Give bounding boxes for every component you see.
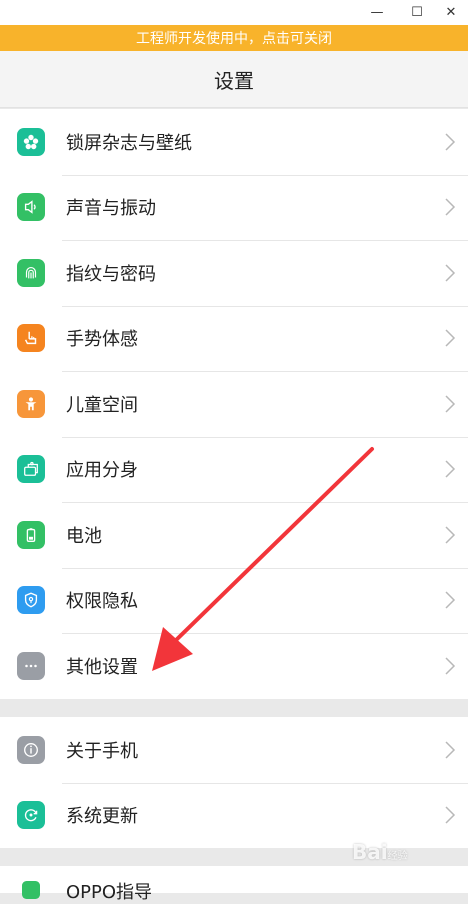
child-icon (17, 389, 45, 418)
developer-mode-banner[interactable]: 工程师开发使用中，点击可关闭 (0, 25, 468, 51)
settings-item-app-clone[interactable]: 应用分身 (0, 436, 468, 503)
settings-item-label: 关于手机 (66, 740, 138, 762)
more-dots-icon (17, 651, 45, 680)
settings-item-privacy[interactable]: 权限隐私 (0, 567, 468, 634)
settings-item-label: 应用分身 (66, 460, 138, 482)
maximize-button[interactable]: ☐ (402, 0, 432, 25)
settings-item-system-update[interactable]: 系统更新 (0, 782, 468, 849)
settings-item-label: 其他设置 (66, 656, 138, 678)
app-clone-icon (17, 455, 45, 484)
guide-icon (17, 876, 45, 904)
info-icon (17, 735, 45, 764)
chevron-right-icon (444, 263, 456, 283)
settings-item-sound[interactable]: 声音与振动 (0, 174, 468, 241)
settings-item-label: 系统更新 (66, 806, 138, 828)
window-title-bar: — ☐ ✕ (0, 0, 468, 25)
speaker-icon (17, 193, 45, 222)
settings-item-other-settings[interactable]: 其他设置 (0, 633, 468, 699)
shield-icon (17, 586, 45, 615)
minimize-button[interactable]: — (362, 0, 392, 25)
settings-item-label: 指纹与密码 (66, 263, 156, 285)
chevron-right-icon (444, 328, 456, 348)
settings-item-label: 电池 (66, 525, 102, 547)
settings-item-fingerprint[interactable]: 指纹与密码 (0, 240, 468, 306)
fingerprint-icon (17, 258, 45, 287)
chevron-right-icon (444, 805, 456, 825)
settings-item-battery[interactable]: 电池 (0, 502, 468, 568)
settings-group-main: 锁屏杂志与壁纸 声音与振动 指纹与密码 手势体感 儿童空间 应用分身 电池 权限… (0, 109, 468, 699)
close-window-button[interactable]: ✕ (436, 0, 466, 25)
chevron-right-icon (444, 590, 456, 610)
battery-icon (17, 520, 45, 549)
settings-item-about-phone[interactable]: 关于手机 (0, 717, 468, 783)
settings-item-label: 手势体感 (66, 329, 138, 351)
chevron-right-icon (444, 132, 456, 152)
settings-item-label: 儿童空间 (66, 394, 138, 416)
chevron-right-icon (444, 740, 456, 760)
baidu-watermark: Bai经验 (352, 840, 408, 864)
chevron-right-icon (444, 197, 456, 217)
settings-item-label: 锁屏杂志与壁纸 (66, 132, 192, 154)
chevron-right-icon (444, 656, 456, 676)
settings-item-label: 权限隐私 (66, 591, 138, 613)
chevron-right-icon (444, 525, 456, 545)
update-icon (17, 801, 45, 830)
chevron-right-icon (444, 459, 456, 479)
settings-item-kids-space[interactable]: 儿童空间 (0, 371, 468, 437)
settings-item-gestures[interactable]: 手势体感 (0, 305, 468, 372)
chevron-right-icon (444, 394, 456, 414)
settings-header: 设置 (0, 51, 468, 108)
settings-item-lockscreen[interactable]: 锁屏杂志与壁纸 (0, 109, 468, 175)
page-title: 设置 (214, 68, 254, 93)
flower-icon (17, 127, 45, 156)
settings-item-label: OPPO指导 (66, 882, 153, 903)
settings-group-system: 关于手机 系统更新 (0, 717, 468, 848)
hand-gesture-icon (17, 324, 45, 353)
settings-item-label: 声音与振动 (66, 198, 156, 220)
